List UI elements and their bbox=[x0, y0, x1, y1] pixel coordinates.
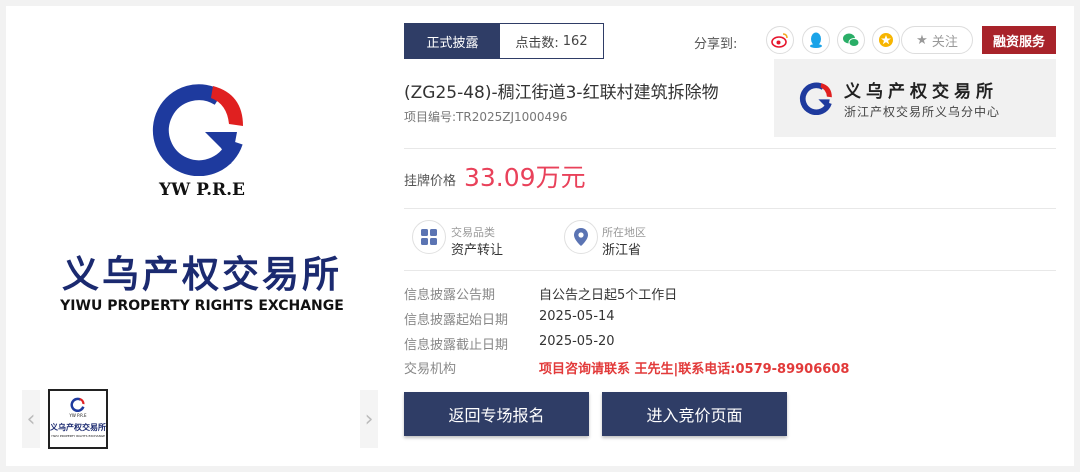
status-box: 正式披露 点击数: 162 bbox=[404, 23, 604, 59]
finance-service-button[interactable]: 融资服务 bbox=[982, 26, 1056, 54]
thumbnail-strip: ‹ YW P.R.E 义乌产权交易所 YIWU PROPERTY RIGHTS … bbox=[22, 386, 378, 452]
thumbnail-item[interactable]: YW P.R.E 义乌产权交易所 YIWU PROPERTY RIGHTS EX… bbox=[48, 389, 108, 449]
contact-info: 项目咨询请联系 王先生|联系电话:0579-89906608 bbox=[539, 362, 850, 377]
category-label: 交易品类 bbox=[451, 226, 495, 239]
follow-button[interactable]: ★ 关注 bbox=[901, 26, 973, 54]
enter-bidding-button[interactable]: 进入竞价页面 bbox=[602, 392, 787, 436]
click-count: 点击数: 162 bbox=[500, 24, 603, 58]
location-icon bbox=[564, 220, 598, 254]
thumb-next-button[interactable]: › bbox=[360, 390, 378, 448]
logo-abbr: YW P.R.E bbox=[158, 180, 246, 200]
click-count-label: 点击数: bbox=[515, 35, 559, 51]
thumb-abbr: YW P.R.E bbox=[69, 413, 87, 418]
info-value: 自公告之日起5个工作日 bbox=[539, 288, 678, 303]
chevron-left-icon: ‹ bbox=[26, 406, 36, 432]
price-value: 33.09万元 bbox=[464, 163, 586, 192]
info-label: 信息披露截止日期 bbox=[404, 338, 509, 353]
detail-panel: 正式披露 点击数: 162 分享到: ★ 关注 融资服务 (ZG25-48)-稠… bbox=[404, 6, 1064, 466]
yw-logo-icon bbox=[800, 82, 832, 115]
thumb-name-cn: 义乌产权交易所 bbox=[50, 423, 106, 432]
divider bbox=[404, 148, 1056, 149]
divider bbox=[404, 270, 1056, 271]
weibo-share-icon[interactable] bbox=[766, 26, 794, 54]
project-title: (ZG25-48)-稠江街道3-红联村建筑拆除物 bbox=[404, 83, 719, 103]
org-subtitle: 浙江产权交易所义乌分中心 bbox=[844, 105, 1001, 119]
back-to-registration-button[interactable]: 返回专场报名 bbox=[404, 392, 589, 436]
info-value: 2025-05-14 bbox=[539, 309, 615, 324]
click-count-value: 162 bbox=[562, 33, 588, 49]
thumb-name-en: YIWU PROPERTY RIGHTS EXCHANGE bbox=[50, 434, 106, 438]
category-value: 资产转让 bbox=[451, 243, 504, 258]
price-label: 挂牌价格 bbox=[404, 174, 457, 189]
logo-name-en: YIWU PROPERTY RIGHTS EXCHANGE bbox=[60, 298, 344, 314]
project-number: 项目编号:TR2025ZJ1000496 bbox=[404, 110, 568, 124]
info-label: 信息披露起始日期 bbox=[404, 313, 509, 328]
yw-logo-icon bbox=[70, 397, 85, 412]
star-icon: ★ bbox=[916, 32, 928, 48]
wechat-share-icon[interactable] bbox=[837, 26, 865, 54]
org-box: 义乌产权交易所 浙江产权交易所义乌分中心 bbox=[774, 59, 1056, 137]
info-label: 信息披露公告期 bbox=[404, 288, 496, 303]
share-label: 分享到: bbox=[694, 37, 738, 52]
thumb-prev-button[interactable]: ‹ bbox=[22, 390, 40, 448]
listing-card: YW P.R.E 义乌产权交易所 YIWU PROPERTY RIGHTS EX… bbox=[6, 6, 1074, 466]
status-badge: 正式披露 bbox=[405, 24, 500, 58]
divider bbox=[404, 208, 1056, 209]
main-image: YW P.R.E 义乌产权交易所 YIWU PROPERTY RIGHTS EX… bbox=[26, 12, 378, 382]
qq-share-icon[interactable] bbox=[802, 26, 830, 54]
info-label: 交易机构 bbox=[404, 362, 457, 377]
logo-name-cn: 义乌产权交易所 bbox=[62, 253, 342, 296]
info-value: 2025-05-20 bbox=[539, 334, 615, 349]
category-icon bbox=[412, 220, 446, 254]
org-name: 义乌产权交易所 bbox=[844, 82, 998, 102]
chevron-right-icon: › bbox=[364, 406, 374, 432]
favorite-share-icon[interactable] bbox=[872, 26, 900, 54]
yw-logo-icon bbox=[152, 84, 243, 176]
region-value: 浙江省 bbox=[602, 243, 642, 258]
region-label: 所在地区 bbox=[602, 226, 646, 239]
follow-label: 关注 bbox=[931, 34, 958, 50]
